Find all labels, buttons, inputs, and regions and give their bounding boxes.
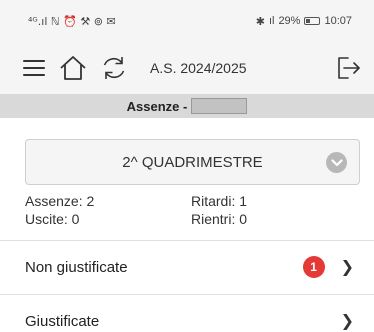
rientri-count: Rientri: 0 (191, 211, 248, 227)
period-select[interactable]: 2^ QUADRIMESTRE (25, 139, 360, 185)
clock: 10:07 (324, 15, 352, 27)
absence-summary: Assenze: 2 Ritardi: 1 Uscite: 0 Rientri:… (25, 192, 355, 228)
ritardi-count: Ritardi: 1 (191, 193, 248, 209)
count-badge: 1 (302, 256, 325, 278)
redacted-name-box (191, 98, 248, 114)
list-item-non-giustificate[interactable]: Non giustificate 1 ❯ (0, 241, 374, 293)
home-icon[interactable] (58, 54, 88, 82)
school-year: A.S. 2024/2025 (150, 60, 247, 76)
assenze-count: Assenze: 2 (25, 193, 95, 209)
status-indicators: ✱ ıl 29% 10:07 (256, 15, 352, 28)
toolbar: A.S. 2024/2025 (0, 42, 374, 94)
page-title: Assenze - (0, 94, 374, 118)
refresh-icon[interactable] (100, 54, 128, 82)
logout-icon[interactable] (334, 54, 362, 82)
battery-percent: 29% (278, 15, 301, 27)
list-item-giustificate[interactable]: Giustificate ❯ (0, 295, 374, 332)
chevron-down-icon (326, 152, 347, 173)
uscite-count: Uscite: 0 (25, 211, 80, 227)
notification-icons: ⁴ᴳ.ıl ℕ ⏰ ⚒ ⊚ ✉ (28, 14, 116, 28)
list-item-label: Non giustificate (25, 258, 128, 276)
chevron-right-icon: ❯ (340, 259, 354, 276)
status-bar: ⁴ᴳ.ıl ℕ ⏰ ⚒ ⊚ ✉ ✱ ıl 29% 10:07 (0, 0, 374, 42)
menu-icon[interactable] (22, 58, 46, 78)
signal-icon: ıl (268, 15, 275, 27)
list-item-label: Giustificate (25, 312, 100, 330)
page-title-text: Assenze - (126, 98, 188, 114)
chevron-right-icon: ❯ (340, 313, 354, 330)
bluetooth-icon: ✱ (255, 15, 265, 28)
period-select-value: 2^ QUADRIMESTRE (122, 153, 263, 171)
battery-icon (304, 17, 321, 25)
